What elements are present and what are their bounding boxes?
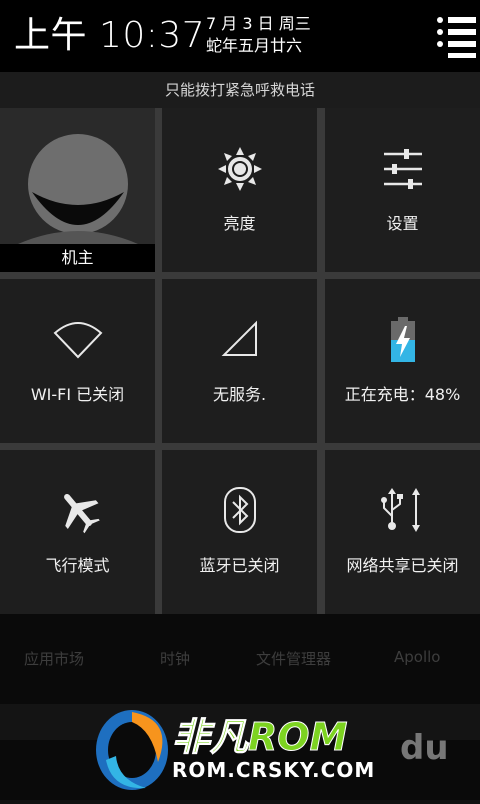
watermark: 非凡ROM ROM.CRSKY.COM du (88, 700, 480, 800)
notification-toggle-button[interactable] (432, 12, 478, 58)
tile-tethering[interactable]: 网络共享已关闭 (325, 450, 480, 614)
wifi-icon (53, 322, 102, 359)
usb-tethering-icon (380, 488, 420, 532)
date-gregorian: 7 月 3 日 周三 (206, 14, 311, 33)
battery-charging-icon (390, 317, 415, 362)
owner-label: 机主 (0, 244, 155, 272)
clock[interactable]: 上午 10:37 (14, 14, 205, 58)
avatar (0, 108, 155, 244)
user-avatar-icon (0, 108, 155, 244)
bluetooth-icon (223, 487, 256, 533)
tethering-label: 网络共享已关闭 (346, 556, 459, 575)
watermark-brand: 非凡ROM (171, 715, 348, 760)
tile-bluetooth[interactable]: 蓝牙已关闭 (162, 450, 317, 614)
signal-label: 无服务. (212, 385, 267, 404)
bg-app-label: 时钟 (160, 650, 191, 668)
watermark-tag: du (400, 728, 449, 768)
date-block[interactable]: 7 月 3 日 周三 蛇年五月廿六 (206, 13, 311, 57)
date-lunar: 蛇年五月廿六 (206, 36, 303, 55)
signal-icon (221, 320, 257, 356)
wifi-label: WI-FI 已关闭 (30, 385, 125, 404)
tile-wifi[interactable]: WI-FI 已关闭 (0, 279, 155, 443)
brightness-label: 亮度 (223, 214, 256, 233)
tile-settings[interactable]: 设置 (325, 108, 480, 272)
settings-label: 设置 (386, 214, 419, 233)
battery-label: 正在充电：48% (344, 385, 461, 404)
tile-airplane-mode[interactable]: 飞行模式 (0, 450, 155, 614)
quick-settings-header: 上午 10:37 7 月 3 日 周三 蛇年五月廿六 (0, 0, 480, 72)
watermark-url: ROM.CRSKY.COM (172, 758, 376, 782)
airplane-icon (63, 493, 100, 534)
tile-brightness[interactable]: 亮度 (162, 108, 317, 272)
background-app-labels: 应用市场 时钟 文件管理器 Apollo (0, 648, 480, 668)
bg-app-label: Apollo (394, 648, 441, 666)
tile-mobile-signal[interactable]: 无服务. (162, 279, 317, 443)
bg-app-label: 文件管理器 (256, 650, 332, 668)
bg-app-label: 应用市场 (24, 650, 85, 668)
list-menu-icon (437, 17, 476, 58)
quick-settings-grid: 机主 亮度 设置 WI-FI 已关闭 无服务. 正在充电：48% 飞行模式 蓝牙… (0, 108, 480, 614)
emergency-calls-only-banner: 只能拨打紧急呼救电话 (0, 72, 480, 108)
airplane-label: 飞行模式 (45, 556, 110, 575)
settings-sliders-icon (383, 149, 422, 189)
tile-battery[interactable]: 正在充电：48% (325, 279, 480, 443)
tile-owner[interactable]: 机主 (0, 108, 155, 272)
brightness-icon (217, 147, 262, 191)
bluetooth-label: 蓝牙已关闭 (199, 556, 280, 575)
